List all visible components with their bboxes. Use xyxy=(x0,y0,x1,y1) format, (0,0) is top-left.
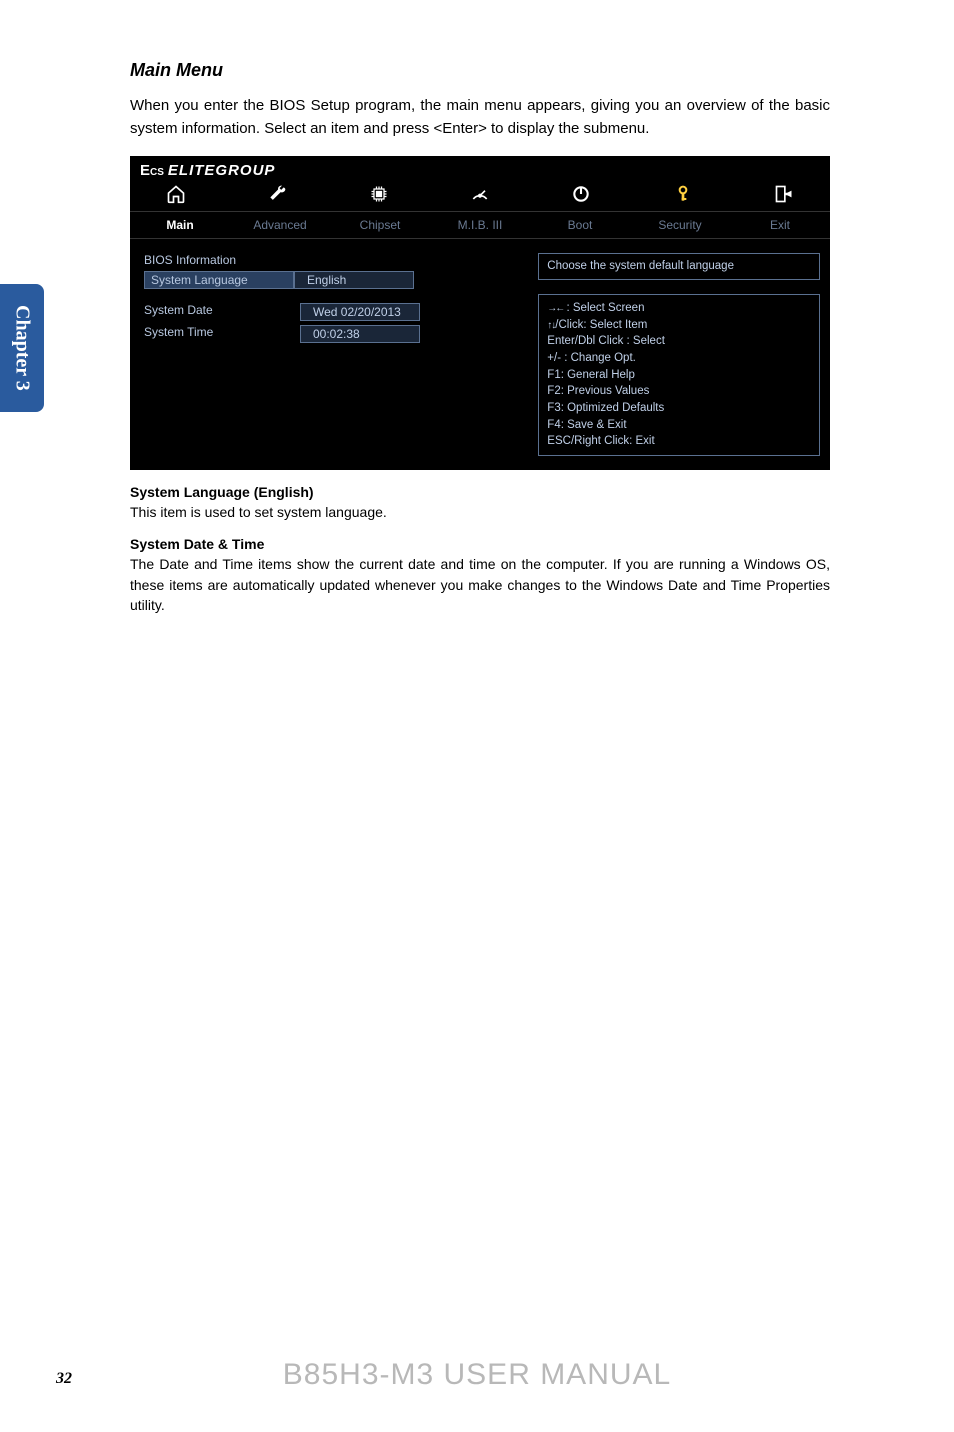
bios-brand: ELITEGROUP xyxy=(168,162,276,179)
help-line: : Select Screen xyxy=(547,300,811,317)
system-time-value[interactable]: 00:02:38 xyxy=(300,325,420,343)
chip-icon xyxy=(367,183,391,205)
tab-exit[interactable]: Exit xyxy=(730,216,830,234)
tab-security[interactable]: Security xyxy=(630,216,730,234)
page-number: 32 xyxy=(56,1370,72,1388)
help-line: F4: Save & Exit xyxy=(547,417,811,434)
intro-paragraph: When you enter the BIOS Setup program, t… xyxy=(130,95,830,140)
arrows-lr-icon xyxy=(547,302,563,314)
help-line: F1: General Help xyxy=(547,367,811,384)
wrench-icon xyxy=(265,183,289,205)
home-icon xyxy=(164,183,188,205)
system-language-label[interactable]: System Language xyxy=(144,271,294,289)
key-icon xyxy=(671,183,695,205)
help-line: /Click: Select Item xyxy=(547,317,811,334)
bios-screenshot: ECS ELITEGROUP Main Advanced Chipset M.I… xyxy=(130,156,830,470)
tab-advanced[interactable]: Advanced xyxy=(230,216,330,234)
page-content: Main Menu When you enter the BIOS Setup … xyxy=(130,60,830,615)
page-footer: B85H3-M3 USER MANUAL xyxy=(0,1358,954,1392)
help-line: F2: Previous Values xyxy=(547,383,811,400)
bios-icon-row xyxy=(130,181,830,211)
bios-info-label: BIOS Information xyxy=(144,253,304,267)
bios-body: BIOS Information System Language English… xyxy=(130,239,830,470)
gauge-icon xyxy=(468,183,492,205)
help-line: F3: Optimized Defaults xyxy=(547,400,811,417)
system-time-label: System Time xyxy=(144,325,300,343)
bios-header: ECS ELITEGROUP xyxy=(130,156,830,181)
bios-help-keys: : Select Screen /Click: Select Item Ente… xyxy=(538,294,820,456)
manual-title: B85H3-M3 USER MANUAL xyxy=(283,1358,671,1391)
tab-chipset[interactable]: Chipset xyxy=(330,216,430,234)
help-line: +/- : Change Opt. xyxy=(547,350,811,367)
main-menu-heading: Main Menu xyxy=(130,60,830,81)
system-language-value[interactable]: English xyxy=(294,271,414,289)
system-language-text: This item is used to set system language… xyxy=(130,502,830,522)
power-icon xyxy=(569,183,593,205)
bios-help-description: Choose the system default language xyxy=(538,253,820,280)
bios-tabs: Main Advanced Chipset M.I.B. III Boot Se… xyxy=(130,211,830,239)
tab-boot[interactable]: Boot xyxy=(530,216,630,234)
tab-mib[interactable]: M.I.B. III xyxy=(430,216,530,234)
system-language-heading: System Language (English) xyxy=(130,484,830,500)
system-date-time-heading: System Date & Time xyxy=(130,536,830,552)
bios-logo-mark: ECS xyxy=(140,162,164,179)
system-date-label: System Date xyxy=(144,303,300,321)
bios-left-pane: BIOS Information System Language English… xyxy=(130,239,538,470)
system-date-time-text: The Date and Time items show the current… xyxy=(130,554,830,615)
help-line: ESC/Right Click: Exit xyxy=(547,433,811,450)
chapter-side-tab: Chapter 3 xyxy=(0,284,44,412)
bios-right-pane: Choose the system default language : Sel… xyxy=(538,239,830,470)
tab-main[interactable]: Main xyxy=(130,216,230,234)
exit-icon xyxy=(772,183,796,205)
system-date-value[interactable]: Wed 02/20/2013 xyxy=(300,303,420,321)
help-line: Enter/Dbl Click : Select xyxy=(547,333,811,350)
